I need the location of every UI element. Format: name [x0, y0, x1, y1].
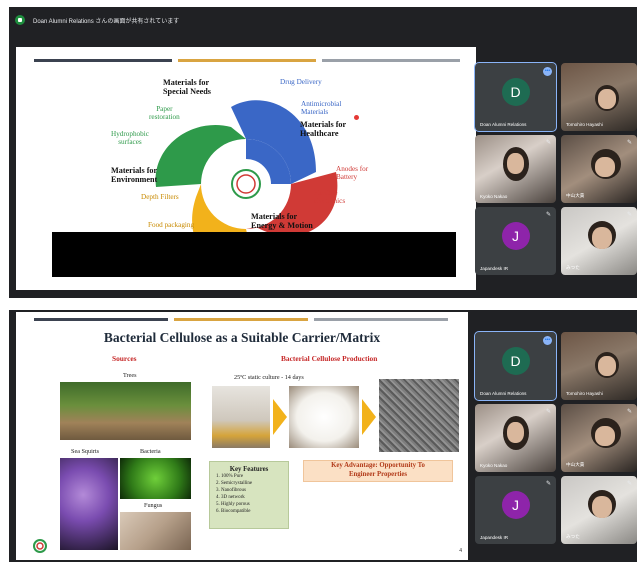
participant-tile[interactable]: ✎ 中山大貴: [561, 404, 637, 472]
mic-off-icon: ✎: [626, 212, 632, 218]
key-advantage-text: Key Advantage: Opportunity To Engineer P…: [331, 462, 425, 478]
label-healthcare: Materials for Healthcare: [300, 120, 347, 138]
participant-name: Kyoko Nakao: [480, 463, 508, 468]
slide-logo-icon: [33, 539, 47, 553]
item-hydrophobic: Hydrophobic surfaces: [111, 130, 149, 146]
presenter-banner-text: Doan Alumni Relations さんの画面が共有されています: [33, 18, 180, 25]
item-food-packaging: Food packaging: [148, 221, 195, 229]
process-arrow-icon: [362, 399, 376, 435]
bacteria-image: [120, 458, 191, 499]
participant-tile[interactable]: Tomohiro Hayashi: [561, 332, 637, 400]
fungus-image: [120, 512, 191, 550]
sea-squirts-image: [60, 458, 118, 550]
item-flexible-electronics: Flexible electronics: [314, 189, 346, 205]
avatar: J: [501, 490, 530, 519]
cellulose-pellicle-image: [289, 386, 359, 448]
speaking-icon: •••: [543, 336, 552, 345]
item-antimicrobial: Antimicrobial Materials: [301, 100, 342, 116]
fungus-label: Fungus: [144, 502, 163, 509]
avatar: D: [501, 77, 530, 106]
label-energy-motion: Materials for Energy & Motion: [251, 212, 313, 230]
key-features-title: Key Features: [229, 466, 269, 473]
participant-tile[interactable]: ✎ みつた: [561, 476, 637, 544]
participant-tile[interactable]: D ••• Doan Alumni Relations: [474, 331, 557, 401]
mic-off-icon: ✎: [626, 481, 632, 487]
culture-flask-image: [212, 386, 270, 448]
participant-name: Doan Alumni Relations: [480, 391, 527, 396]
item-paper-restoration: Paper restoration: [149, 105, 180, 121]
participant-name: Doan Alumni Relations: [480, 122, 527, 127]
key-feature-item: 2. Semicrystalline: [216, 481, 253, 486]
meeting-screenshot-top: Doan Alumni Relations さんの画面が共有されています Mat…: [9, 7, 637, 298]
speaking-icon: •••: [543, 67, 552, 76]
process-arrow-icon: [273, 399, 287, 435]
sea-squirts-label: Sea Squirts: [71, 448, 100, 455]
mic-off-icon: ✎: [626, 140, 632, 146]
participant-tile[interactable]: ✎ みつた: [561, 207, 637, 275]
participant-name: 中山大貴: [566, 462, 585, 467]
label-special-needs: Materials for Special Needs: [163, 78, 211, 96]
mic-off-icon: ✎: [626, 409, 632, 415]
participant-name: Japandesk IR: [480, 266, 509, 271]
participant-tile[interactable]: ✎ 中山大貴: [561, 135, 637, 203]
participant-name: Tomohiro Hayashi: [566, 122, 603, 127]
bacteria-label: Bacteria: [140, 448, 161, 455]
participant-tile[interactable]: Tomohiro Hayashi: [561, 63, 637, 131]
label-environment: Materials for Environment: [111, 166, 158, 184]
trees-image: [60, 382, 191, 440]
participant-tile[interactable]: ✎ Kyoko Nakao: [475, 404, 556, 472]
participant-name: 中山大貴: [566, 193, 585, 198]
item-drug-delivery: Drug Delivery: [280, 78, 322, 86]
participant-name: Japandesk IR: [480, 535, 509, 540]
participant-tile[interactable]: ✎ Kyoko Nakao: [475, 135, 556, 203]
mic-off-icon: ✎: [545, 481, 551, 487]
key-feature-item: 3. Nanofibrous: [216, 488, 246, 493]
slide-header-bars: [34, 318, 448, 321]
laser-pointer: [354, 115, 359, 120]
shared-slide-applications: Materials for Special Needs Materials fo…: [16, 47, 476, 290]
key-features-box: Key Features 1. 100% Pure 2. Semicrystal…: [209, 461, 289, 529]
slide-title: Bacterial Cellulose as a Suitable Carrie…: [103, 330, 381, 345]
culture-label: 25ºC static culture - 14 days: [234, 374, 304, 381]
participant-tile[interactable]: J ✎ Japandesk IR: [475, 207, 556, 275]
key-feature-item: 1. 100% Pure: [216, 474, 244, 479]
mic-off-icon: ✎: [545, 409, 551, 415]
production-heading: Bacterial Cellulose Production: [281, 354, 378, 363]
key-feature-item: 5. Highly porous: [216, 502, 250, 507]
mic-off-icon: ✎: [545, 140, 551, 146]
participant-name: Kyoko Nakao: [480, 194, 508, 199]
key-feature-item: 4. 3D network: [216, 495, 245, 500]
sources-heading: Sources: [112, 354, 137, 363]
participant-tile[interactable]: D ••• Doan Alumni Relations: [474, 62, 557, 132]
screen-share-icon: [15, 15, 25, 25]
participant-name: Tomohiro Hayashi: [566, 391, 603, 396]
shared-slide-bacterial-cellulose: Bacterial Cellulose as a Suitable Carrie…: [16, 312, 468, 560]
key-advantage-box: Key Advantage: Opportunity To Engineer P…: [303, 460, 453, 482]
caption-overlay-bar: [52, 232, 456, 277]
avatar: D: [501, 346, 530, 375]
participant-name: みつた: [566, 265, 580, 270]
item-anodes: Anodes for Battery: [336, 165, 369, 181]
avatar: J: [501, 221, 530, 250]
trees-label: Trees: [123, 372, 137, 379]
key-feature-item: 6. Biocompatible: [216, 509, 251, 514]
presentation-banner: Doan Alumni Relations さんの画面が共有されています: [9, 7, 637, 33]
sem-micrograph-image: [379, 379, 459, 452]
slide-page-number: 4: [459, 548, 462, 554]
participant-name: みつた: [566, 534, 580, 539]
meeting-screenshot-bottom: Bacterial Cellulose as a Suitable Carrie…: [9, 310, 637, 562]
mic-off-icon: ✎: [545, 212, 551, 218]
item-depth-filters: Depth Filters: [141, 193, 179, 201]
participant-tile[interactable]: J ✎ Japandesk IR: [475, 476, 556, 544]
